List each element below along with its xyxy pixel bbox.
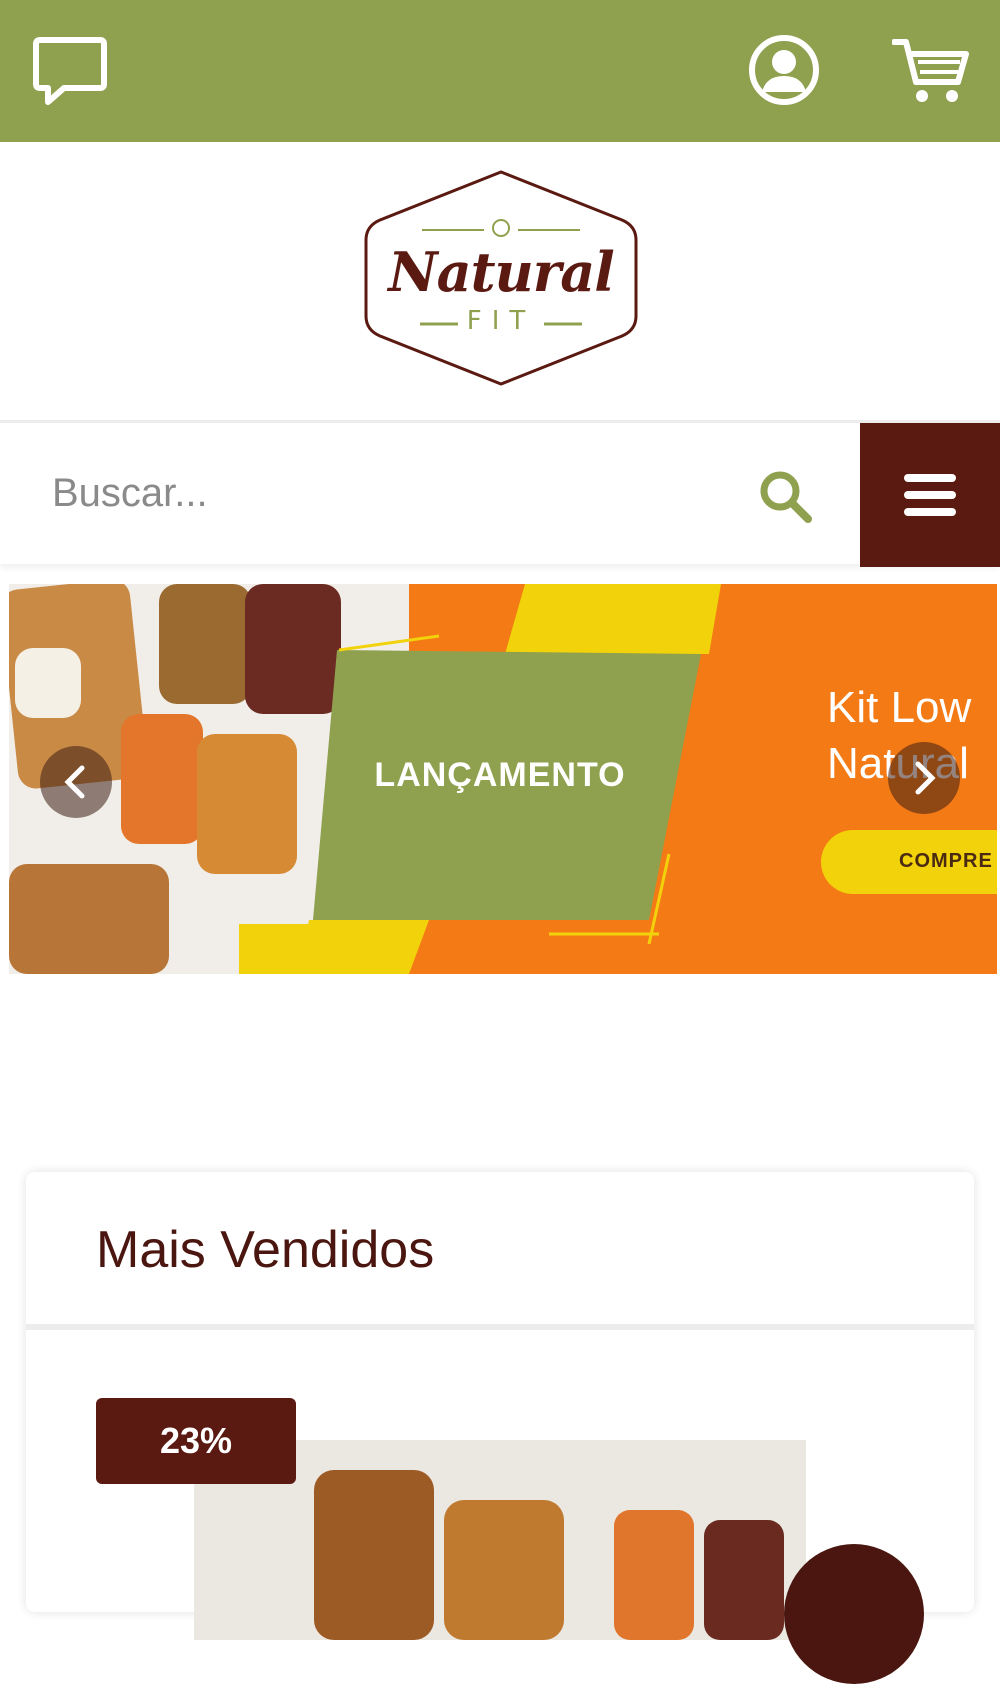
top-bar bbox=[0, 0, 1000, 142]
discount-badge: 23% bbox=[96, 1398, 296, 1484]
chevron-right-icon bbox=[915, 761, 936, 795]
logo-area: Natural FIT bbox=[0, 142, 1000, 418]
account-button[interactable] bbox=[748, 34, 820, 106]
search-bar bbox=[0, 420, 1000, 567]
brand-logo[interactable]: Natural FIT bbox=[360, 168, 642, 388]
logo-word: Natural bbox=[388, 240, 615, 304]
cart-button[interactable] bbox=[892, 36, 970, 106]
banner-cta-label: COMPRE bbox=[899, 850, 993, 872]
search-icon bbox=[760, 471, 812, 523]
carousel-next-button[interactable] bbox=[888, 742, 960, 814]
menu-button[interactable] bbox=[860, 423, 1000, 567]
section-divider bbox=[26, 1324, 974, 1330]
search-input[interactable] bbox=[52, 457, 732, 529]
user-circle-icon bbox=[749, 35, 819, 105]
section-title: Mais Vendidos bbox=[96, 1221, 435, 1279]
chat-bubble-icon bbox=[33, 37, 107, 105]
logo-subtitle: FIT bbox=[466, 306, 536, 336]
chat-button[interactable] bbox=[30, 30, 110, 110]
chevron-left-icon bbox=[64, 765, 85, 799]
hamburger-menu-icon bbox=[904, 474, 956, 516]
carousel-prev-button[interactable] bbox=[40, 746, 112, 818]
search-button[interactable] bbox=[756, 467, 816, 527]
promo-banner[interactable]: LANÇAMENTO Kit Low Natural COMPRE bbox=[9, 584, 997, 974]
best-sellers-section: Mais Vendidos 23% bbox=[26, 1172, 974, 1640]
shopping-cart-icon bbox=[892, 39, 969, 102]
banner-badge-text: LANÇAMENTO bbox=[374, 756, 626, 794]
banner-cta-button[interactable]: COMPRE bbox=[821, 830, 997, 894]
floating-action-button[interactable] bbox=[784, 1544, 924, 1684]
